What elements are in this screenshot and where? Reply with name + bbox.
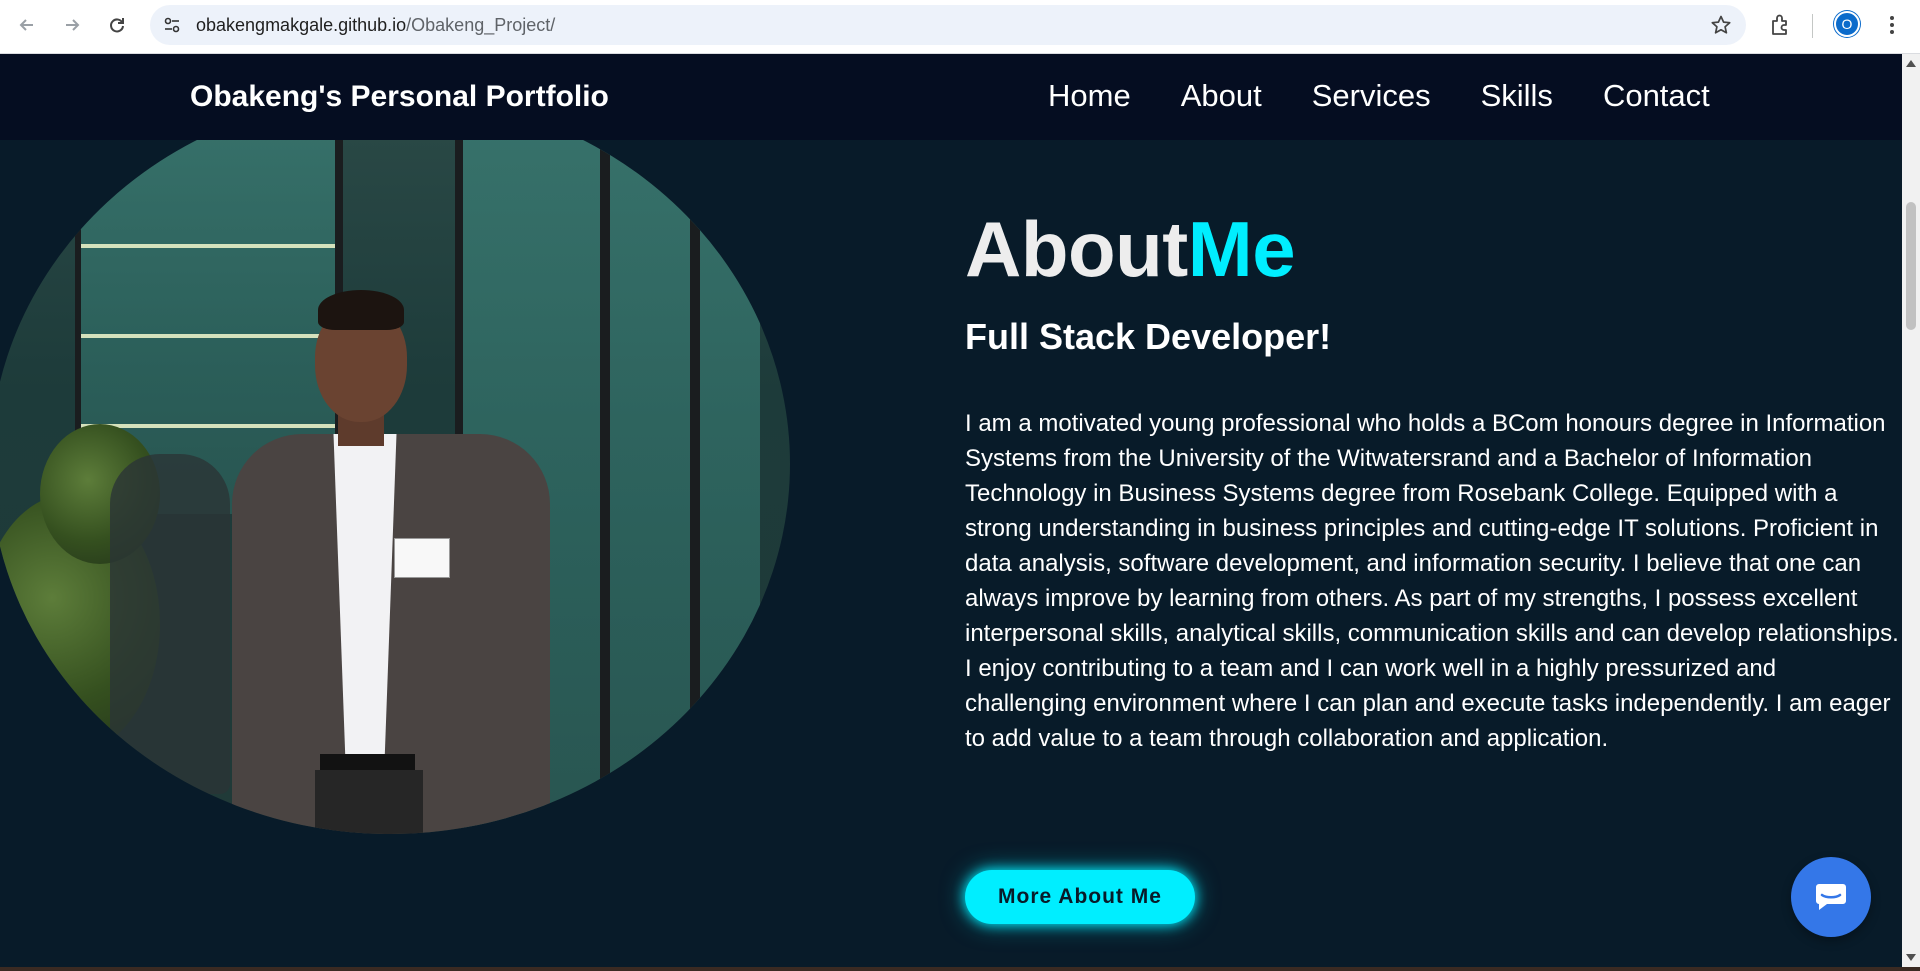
nav-skills[interactable]: Skills — [1481, 78, 1553, 114]
profile-avatar[interactable]: O — [1834, 11, 1860, 37]
scroll-up-arrow-icon[interactable] — [1906, 60, 1916, 67]
reload-icon[interactable] — [102, 10, 132, 40]
url-text[interactable]: obakengmakgale.github.io/Obakeng_Project… — [196, 15, 555, 36]
chat-icon[interactable] — [1791, 857, 1871, 937]
url-host: obakengmakgale.github.io — [196, 15, 407, 35]
page-scrollbar[interactable] — [1902, 54, 1920, 967]
nav-about[interactable]: About — [1181, 78, 1262, 114]
back-icon[interactable] — [12, 10, 42, 40]
nav-contact[interactable]: Contact — [1603, 78, 1710, 114]
scroll-down-arrow-icon[interactable] — [1906, 954, 1916, 961]
bookmark-star-icon[interactable] — [1710, 14, 1732, 36]
page-viewport: Obakeng's Personal Portfolio Home About … — [0, 54, 1902, 967]
window-bottom-edge — [0, 967, 1920, 971]
extensions-icon[interactable] — [1768, 12, 1794, 38]
forward-icon[interactable] — [57, 10, 87, 40]
address-bar[interactable]: obakengmakgale.github.io/Obakeng_Project… — [150, 5, 1746, 45]
main-nav: Home About Services Skills Contact — [1048, 78, 1710, 114]
about-heading-main: About — [965, 205, 1188, 293]
about-bio: I am a motivated young professional who … — [965, 410, 1899, 752]
about-heading: AboutMe — [965, 204, 1296, 295]
url-path: /Obakeng_Project/ — [406, 15, 556, 35]
about-heading-accent: Me — [1187, 205, 1296, 293]
toolbar-divider — [1812, 14, 1813, 38]
nav-home[interactable]: Home — [1048, 78, 1131, 114]
scroll-thumb[interactable] — [1906, 202, 1916, 330]
profile-photo — [0, 94, 790, 834]
menu-icon[interactable] — [1880, 12, 1904, 38]
site-logo[interactable]: Obakeng's Personal Portfolio — [190, 80, 609, 114]
site-info-icon[interactable] — [160, 13, 184, 37]
site-header: Obakeng's Personal Portfolio Home About … — [0, 54, 1902, 140]
nav-services[interactable]: Services — [1312, 78, 1431, 114]
about-subtitle: Full Stack Developer! — [965, 316, 1332, 357]
browser-toolbar: obakengmakgale.github.io/Obakeng_Project… — [0, 0, 1920, 54]
more-about-me-button[interactable]: More About Me — [965, 870, 1195, 924]
